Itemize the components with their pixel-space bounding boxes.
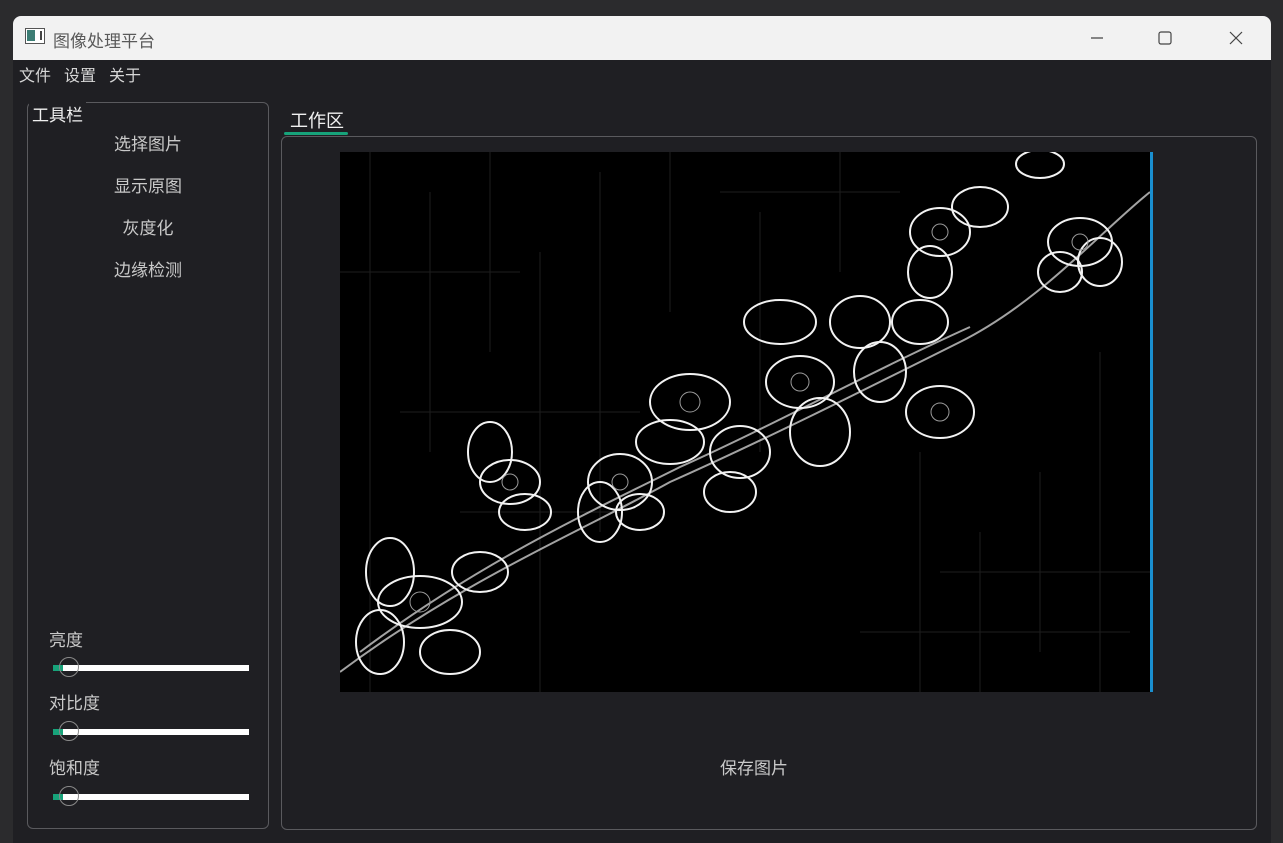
- menu-about[interactable]: 关于: [109, 62, 141, 86]
- slider-handle[interactable]: [59, 786, 79, 806]
- save-image-button[interactable]: 保存图片: [281, 754, 1227, 779]
- toolbar-title: 工具栏: [29, 101, 86, 126]
- maximize-button[interactable]: [1130, 16, 1200, 60]
- edge-image: [340, 152, 1151, 692]
- close-icon: [1229, 31, 1243, 45]
- slider-handle[interactable]: [59, 657, 79, 677]
- saturation-label: 饱和度: [49, 759, 100, 779]
- contrast-label: 对比度: [49, 694, 100, 714]
- menu-file[interactable]: 文件: [19, 62, 51, 86]
- tab-workspace[interactable]: 工作区: [286, 107, 348, 135]
- minimize-button[interactable]: [1062, 16, 1132, 60]
- app-icon: [25, 28, 45, 44]
- slider-handle[interactable]: [59, 721, 79, 741]
- edge-detection-button[interactable]: 边缘检测: [27, 256, 269, 281]
- show-original-button[interactable]: 显示原图: [27, 172, 269, 197]
- menu-settings[interactable]: 设置: [64, 62, 96, 86]
- brightness-slider[interactable]: [49, 656, 249, 680]
- brightness-label: 亮度: [49, 631, 83, 651]
- contrast-slider[interactable]: [49, 720, 249, 744]
- image-edge: [1150, 152, 1153, 692]
- image-view: [340, 152, 1153, 692]
- main-window: 图像处理平台 文件 设置 关于 工具栏 选择图片 显示原图 灰度化 边缘检测 亮…: [13, 16, 1271, 843]
- title-bar[interactable]: 图像处理平台: [13, 16, 1271, 60]
- close-button[interactable]: [1201, 16, 1271, 60]
- select-image-button[interactable]: 选择图片: [27, 130, 269, 155]
- saturation-slider[interactable]: [49, 785, 249, 809]
- menu-bar: 文件 设置 关于: [13, 60, 1271, 88]
- grayscale-button[interactable]: 灰度化: [27, 214, 269, 239]
- tab-active-indicator: [284, 132, 348, 135]
- window-title: 图像处理平台: [53, 32, 155, 52]
- minimize-icon: [1091, 37, 1103, 39]
- maximize-icon: [1158, 31, 1172, 45]
